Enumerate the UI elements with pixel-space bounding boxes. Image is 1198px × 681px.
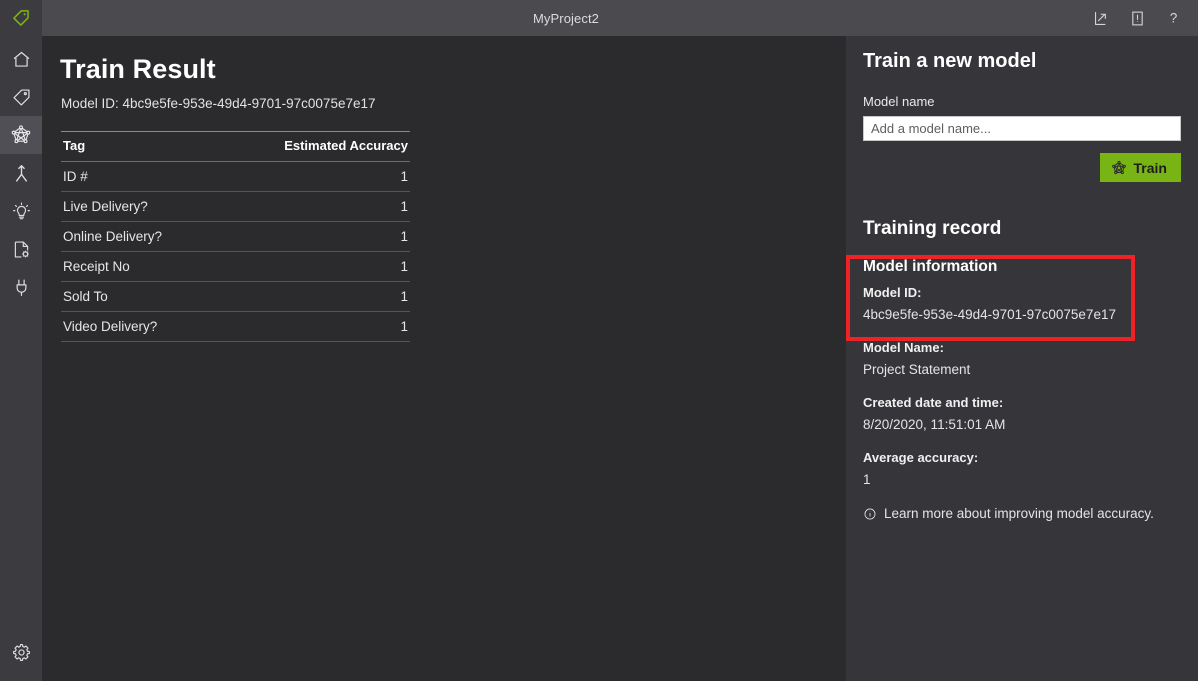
table-head: Tag Estimated Accuracy — [61, 131, 410, 162]
cell-accuracy: 1 — [235, 191, 410, 222]
lightbulb-icon — [11, 201, 32, 222]
train-button[interactable]: Train — [1099, 153, 1181, 182]
model-name-label: Model name — [863, 94, 935, 109]
table-row: Receipt No 1 — [61, 251, 410, 282]
tag-logo-icon — [11, 8, 31, 28]
train-new-model-heading: Train a new model — [863, 50, 1037, 72]
app-logo — [0, 0, 42, 36]
model-id-key: Model ID: — [863, 285, 922, 300]
table-row: Sold To 1 — [61, 281, 410, 312]
sidebar-item-predict[interactable] — [0, 192, 42, 230]
train-result-table: Tag Estimated Accuracy ID # 1 Live Deliv… — [61, 131, 410, 342]
cell-accuracy: 1 — [235, 311, 410, 342]
train-button-row: Train — [863, 153, 1181, 182]
model-name-key: Model Name: — [863, 340, 944, 355]
gear-icon — [11, 642, 32, 663]
main-model-id: Model ID: 4bc9e5fe-953e-49d4-9701-97c007… — [61, 96, 376, 111]
cell-accuracy: 1 — [235, 251, 410, 282]
created-date-value: 8/20/2020, 11:51:01 AM — [863, 417, 1006, 432]
info-icon — [863, 507, 877, 521]
model-network-icon — [1111, 160, 1127, 176]
title-bar: MyProject2 ? — [0, 0, 1198, 36]
table-row: ID # 1 — [61, 161, 410, 192]
right-panel-inner: Train a new model Model name Add a model… — [846, 50, 1198, 521]
sidebar-item-analyze[interactable] — [0, 154, 42, 192]
created-date-key: Created date and time: — [863, 395, 1004, 410]
average-accuracy-key: Average accuracy: — [863, 450, 979, 465]
main-content: Train Result Model ID: 4bc9e5fe-953e-49d… — [42, 36, 840, 681]
right-panel: Train a new model Model name Add a model… — [846, 36, 1198, 681]
cell-tag: Receipt No — [61, 251, 236, 282]
book-icon[interactable] — [1126, 7, 1148, 29]
model-network-icon — [10, 124, 32, 146]
sidebar-item-compose[interactable] — [0, 230, 42, 268]
model-information-heading: Model information — [863, 258, 998, 275]
sidebar-item-connections[interactable] — [0, 268, 42, 306]
table-body: ID # 1 Live Delivery? 1 Online Delivery?… — [61, 161, 410, 342]
person-icon — [11, 163, 32, 184]
model-name-input[interactable] — [863, 116, 1181, 141]
table-row: Video Delivery? 1 — [61, 311, 410, 342]
average-accuracy-value: 1 — [863, 472, 871, 487]
cell-tag: ID # — [61, 161, 236, 192]
model-information-block: Model information Model ID: 4bc9e5fe-953… — [863, 258, 1181, 487]
sidebar — [0, 36, 42, 681]
sidebar-item-home[interactable] — [0, 40, 42, 78]
learn-more-text: Learn more about improving model accurac… — [884, 506, 1154, 521]
table-header-row: Tag Estimated Accuracy — [61, 131, 410, 162]
title-bar-actions: ? — [1090, 0, 1198, 36]
cell-tag: Video Delivery? — [61, 311, 236, 342]
svg-text:?: ? — [1169, 11, 1177, 26]
train-button-label: Train — [1133, 159, 1167, 176]
page-title: Train Result — [60, 54, 216, 84]
app-window: MyProject2 ? Train Result Model ID: 4bc9… — [0, 0, 1198, 681]
share-icon[interactable] — [1090, 7, 1112, 29]
cell-tag: Sold To — [61, 281, 236, 312]
model-id-value: 4bc9e5fe-953e-49d4-9701-97c0075e7e17 — [863, 307, 1116, 322]
plug-icon — [11, 277, 32, 298]
window-title: MyProject2 — [532, 10, 600, 26]
sidebar-item-tag[interactable] — [0, 78, 42, 116]
cell-accuracy: 1 — [235, 161, 410, 192]
learn-more-link[interactable]: Learn more about improving model accurac… — [863, 506, 1181, 521]
model-name-value: Project Statement — [863, 362, 971, 377]
document-settings-icon — [11, 239, 32, 260]
cell-accuracy: 1 — [235, 221, 410, 252]
sidebar-item-settings[interactable] — [0, 633, 42, 671]
column-header-accuracy: Estimated Accuracy — [235, 131, 410, 162]
cell-tag: Live Delivery? — [61, 191, 236, 222]
tag-icon — [11, 87, 32, 108]
sidebar-item-train[interactable] — [0, 116, 42, 154]
table-row: Live Delivery? 1 — [61, 191, 410, 222]
cell-tag: Online Delivery? — [61, 221, 236, 252]
cell-accuracy: 1 — [235, 281, 410, 312]
help-icon[interactable]: ? — [1162, 7, 1184, 29]
training-record-heading: Training record — [863, 218, 1002, 239]
table-row: Online Delivery? 1 — [61, 221, 410, 252]
column-header-tag: Tag — [61, 131, 236, 162]
home-icon — [11, 49, 32, 70]
